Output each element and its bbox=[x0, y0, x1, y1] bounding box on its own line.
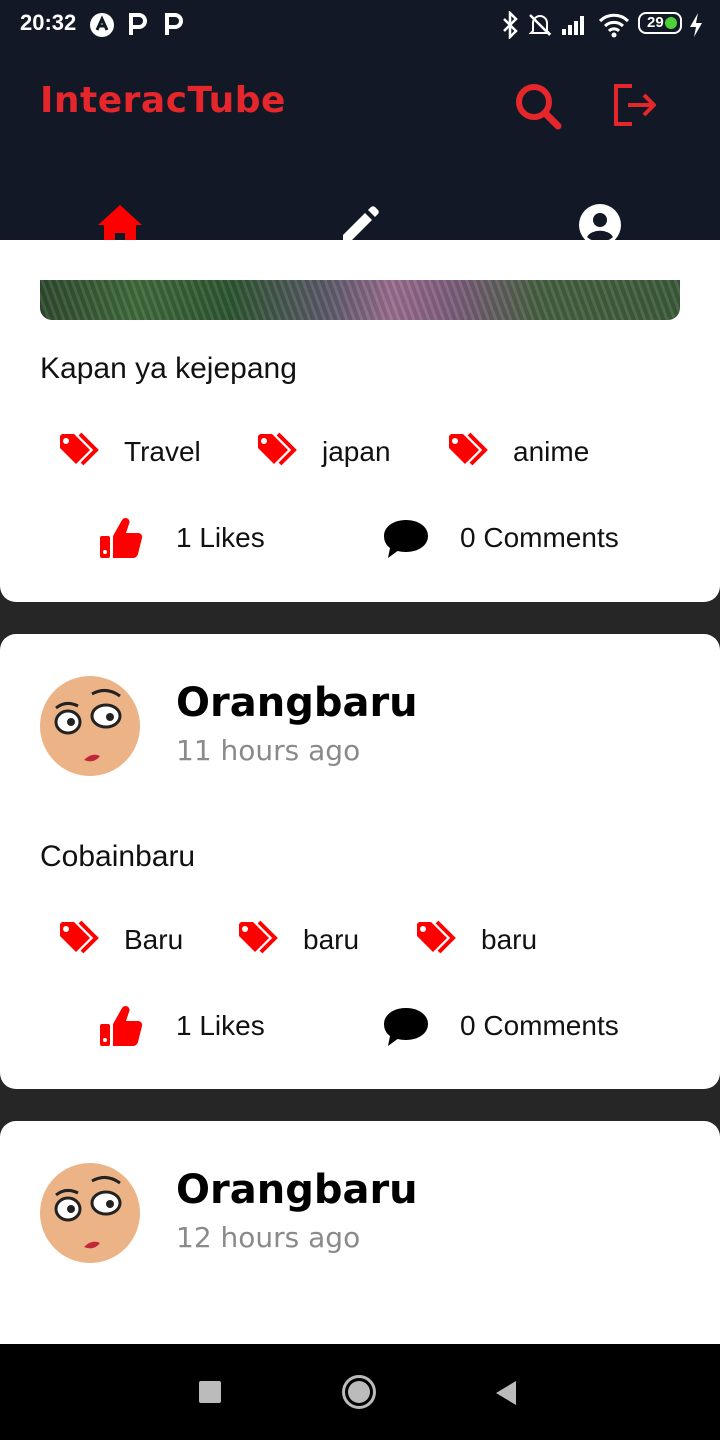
thumbs-up-icon bbox=[100, 1005, 143, 1047]
tag-label: Travel bbox=[124, 436, 201, 467]
post-author[interactable]: Orangbaru bbox=[176, 680, 418, 726]
tag-label: baru bbox=[481, 924, 538, 955]
p-icon bbox=[129, 13, 147, 35]
tag-label: japan bbox=[322, 436, 391, 467]
comment-icon bbox=[384, 520, 428, 558]
comment-icon bbox=[384, 1008, 428, 1046]
post-card[interactable]: Orangbaru 12 hours ago bbox=[0, 1121, 720, 1361]
a-icon bbox=[90, 13, 114, 37]
likes-count: 1 Likes bbox=[176, 1010, 265, 1041]
p-icon bbox=[165, 13, 183, 35]
tag-icon bbox=[417, 920, 456, 954]
post-card[interactable]: Orangbaru 11 hours ago Cobainbaru Baru b… bbox=[0, 634, 720, 1089]
tag-chip[interactable]: Baru bbox=[58, 920, 183, 960]
wifi-icon bbox=[598, 13, 630, 38]
post-author[interactable]: Orangbaru bbox=[176, 1167, 418, 1213]
mute-icon bbox=[528, 14, 552, 36]
battery-indicator: 29 bbox=[638, 12, 682, 34]
status-bar: 20:32 29 bbox=[0, 0, 720, 50]
post-time: 11 hours ago bbox=[176, 734, 361, 767]
signal-icon bbox=[562, 16, 584, 35]
like-button[interactable]: 1 Likes bbox=[98, 1004, 265, 1048]
tag-label: Baru bbox=[124, 924, 184, 955]
charging-icon bbox=[690, 13, 702, 37]
likes-count: 1 Likes bbox=[176, 522, 265, 553]
recents-icon[interactable] bbox=[198, 1380, 222, 1404]
post-time: 12 hours ago bbox=[176, 1221, 361, 1254]
tag-chip[interactable]: baru bbox=[415, 920, 537, 960]
post-image[interactable] bbox=[40, 280, 680, 320]
app-title: InteracTube bbox=[40, 80, 286, 121]
thumbs-up-icon bbox=[100, 517, 143, 559]
like-button[interactable]: 1 Likes bbox=[98, 516, 265, 560]
comment-button[interactable]: 0 Comments bbox=[382, 516, 619, 560]
tag-chip[interactable]: Travel bbox=[58, 432, 201, 472]
tag-icon bbox=[239, 920, 278, 954]
avatar-face-icon bbox=[54, 689, 122, 762]
tag-chip[interactable]: anime bbox=[447, 432, 589, 472]
tag-icon bbox=[60, 432, 99, 466]
tag-icon bbox=[449, 432, 488, 466]
battery-level: 29 bbox=[647, 14, 664, 31]
status-time: 20:32 bbox=[20, 10, 77, 35]
tag-icon bbox=[60, 920, 99, 954]
avatar-face-icon bbox=[54, 1176, 122, 1249]
bluetooth-icon bbox=[503, 11, 518, 39]
post-card[interactable]: Kapan ya kejepang Travel japan anime 1 L… bbox=[0, 240, 720, 602]
back-icon[interactable] bbox=[494, 1380, 518, 1406]
comment-button[interactable]: 0 Comments bbox=[382, 1004, 619, 1048]
post-text: Cobainbaru bbox=[40, 840, 196, 873]
tag-chip[interactable]: japan bbox=[256, 432, 391, 472]
tag-icon bbox=[258, 432, 297, 466]
home-icon[interactable] bbox=[341, 1374, 377, 1410]
post-text: Kapan ya kejepang bbox=[40, 352, 297, 385]
avatar[interactable] bbox=[40, 676, 140, 776]
search-icon[interactable] bbox=[512, 80, 564, 132]
tag-chip[interactable]: baru bbox=[237, 920, 359, 960]
tag-label: baru bbox=[303, 924, 360, 955]
tag-label: anime bbox=[513, 436, 590, 467]
comments-count: 0 Comments bbox=[460, 522, 619, 553]
system-nav-bar bbox=[0, 1344, 720, 1440]
comments-count: 0 Comments bbox=[460, 1010, 619, 1041]
logout-icon[interactable] bbox=[610, 80, 660, 130]
avatar[interactable] bbox=[40, 1163, 140, 1263]
